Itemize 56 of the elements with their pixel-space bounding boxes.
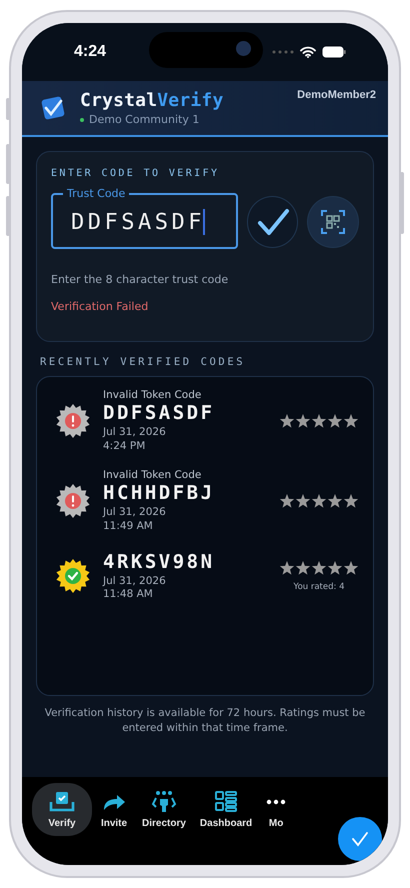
time-text: 4:24 PM (103, 440, 146, 454)
section-heading: RECENTLY VERIFIED CODES (40, 356, 246, 368)
qr-scan-button[interactable] (307, 196, 359, 248)
star-icon[interactable] (295, 493, 311, 510)
time-text: 11:48 AM (103, 588, 154, 602)
nav-tab[interactable]: Invite (94, 783, 134, 836)
battery-icon (322, 46, 346, 58)
trust-code-field[interactable]: Trust Code DDFSASDF (51, 187, 238, 249)
time-text: 11:49 AM (103, 520, 154, 534)
history-note: Verification history is available for 72 hours. Ratings must be entered within that time frame. (44, 706, 366, 736)
warning-badge-icon (55, 403, 91, 440)
verified-badge-icon (55, 558, 91, 594)
date-text: Jul 31, 2026 (103, 506, 167, 520)
wifi-icon (300, 46, 316, 58)
error-message: Verification Failed (51, 300, 150, 313)
verify-icon (48, 790, 76, 814)
star-icon[interactable] (311, 560, 327, 576)
signal-icon (272, 50, 294, 54)
star-icon[interactable] (295, 560, 311, 576)
field-hint: Enter the 8 character trust code (51, 273, 230, 286)
code-text: HCHHDFBJ (103, 482, 216, 504)
star-icon[interactable] (343, 493, 359, 510)
star-icon[interactable] (295, 413, 311, 430)
nav-tab[interactable]: Mo (260, 783, 292, 836)
date-text: Jul 31, 2026 (103, 574, 167, 588)
check-icon (256, 207, 290, 237)
star-icon[interactable] (311, 493, 327, 510)
star-icon[interactable] (327, 493, 343, 510)
star-icon[interactable] (311, 413, 327, 430)
result-label: Invalid Token Code (103, 389, 202, 401)
star-icon[interactable] (279, 560, 295, 576)
warning-badge-icon (55, 483, 91, 520)
star-icon[interactable] (327, 560, 343, 576)
star-icon[interactable] (279, 413, 295, 430)
app-title: CrystalVerify (80, 90, 224, 111)
star-icon[interactable] (343, 560, 359, 576)
star-icon[interactable] (279, 493, 295, 510)
more-icon (266, 799, 286, 805)
check-icon (350, 830, 370, 848)
nav-tab[interactable]: Directory (136, 783, 192, 836)
nav-tab[interactable]: Dashboard (194, 783, 258, 836)
nav-tab[interactable]: Verify (32, 783, 92, 836)
qr-code-icon (321, 210, 346, 234)
date-text: Jul 31, 2026 (103, 426, 167, 440)
rating-note: You rated: 4 (294, 582, 344, 592)
community-name: Demo Community 1 (89, 113, 200, 126)
code-text: DDFSASDF (103, 402, 216, 424)
result-label: Invalid Token Code (103, 469, 202, 482)
star-icon[interactable] (327, 413, 343, 430)
code-text: 4RKSV98N (103, 550, 216, 573)
camera-lens (236, 41, 251, 56)
directory-icon (150, 790, 178, 814)
star-icon[interactable] (343, 413, 359, 430)
section-heading: ENTER CODE TO VERIFY (51, 168, 220, 179)
user-name: DemoMember2 (297, 89, 376, 101)
status-time: 4:24 (74, 43, 106, 61)
